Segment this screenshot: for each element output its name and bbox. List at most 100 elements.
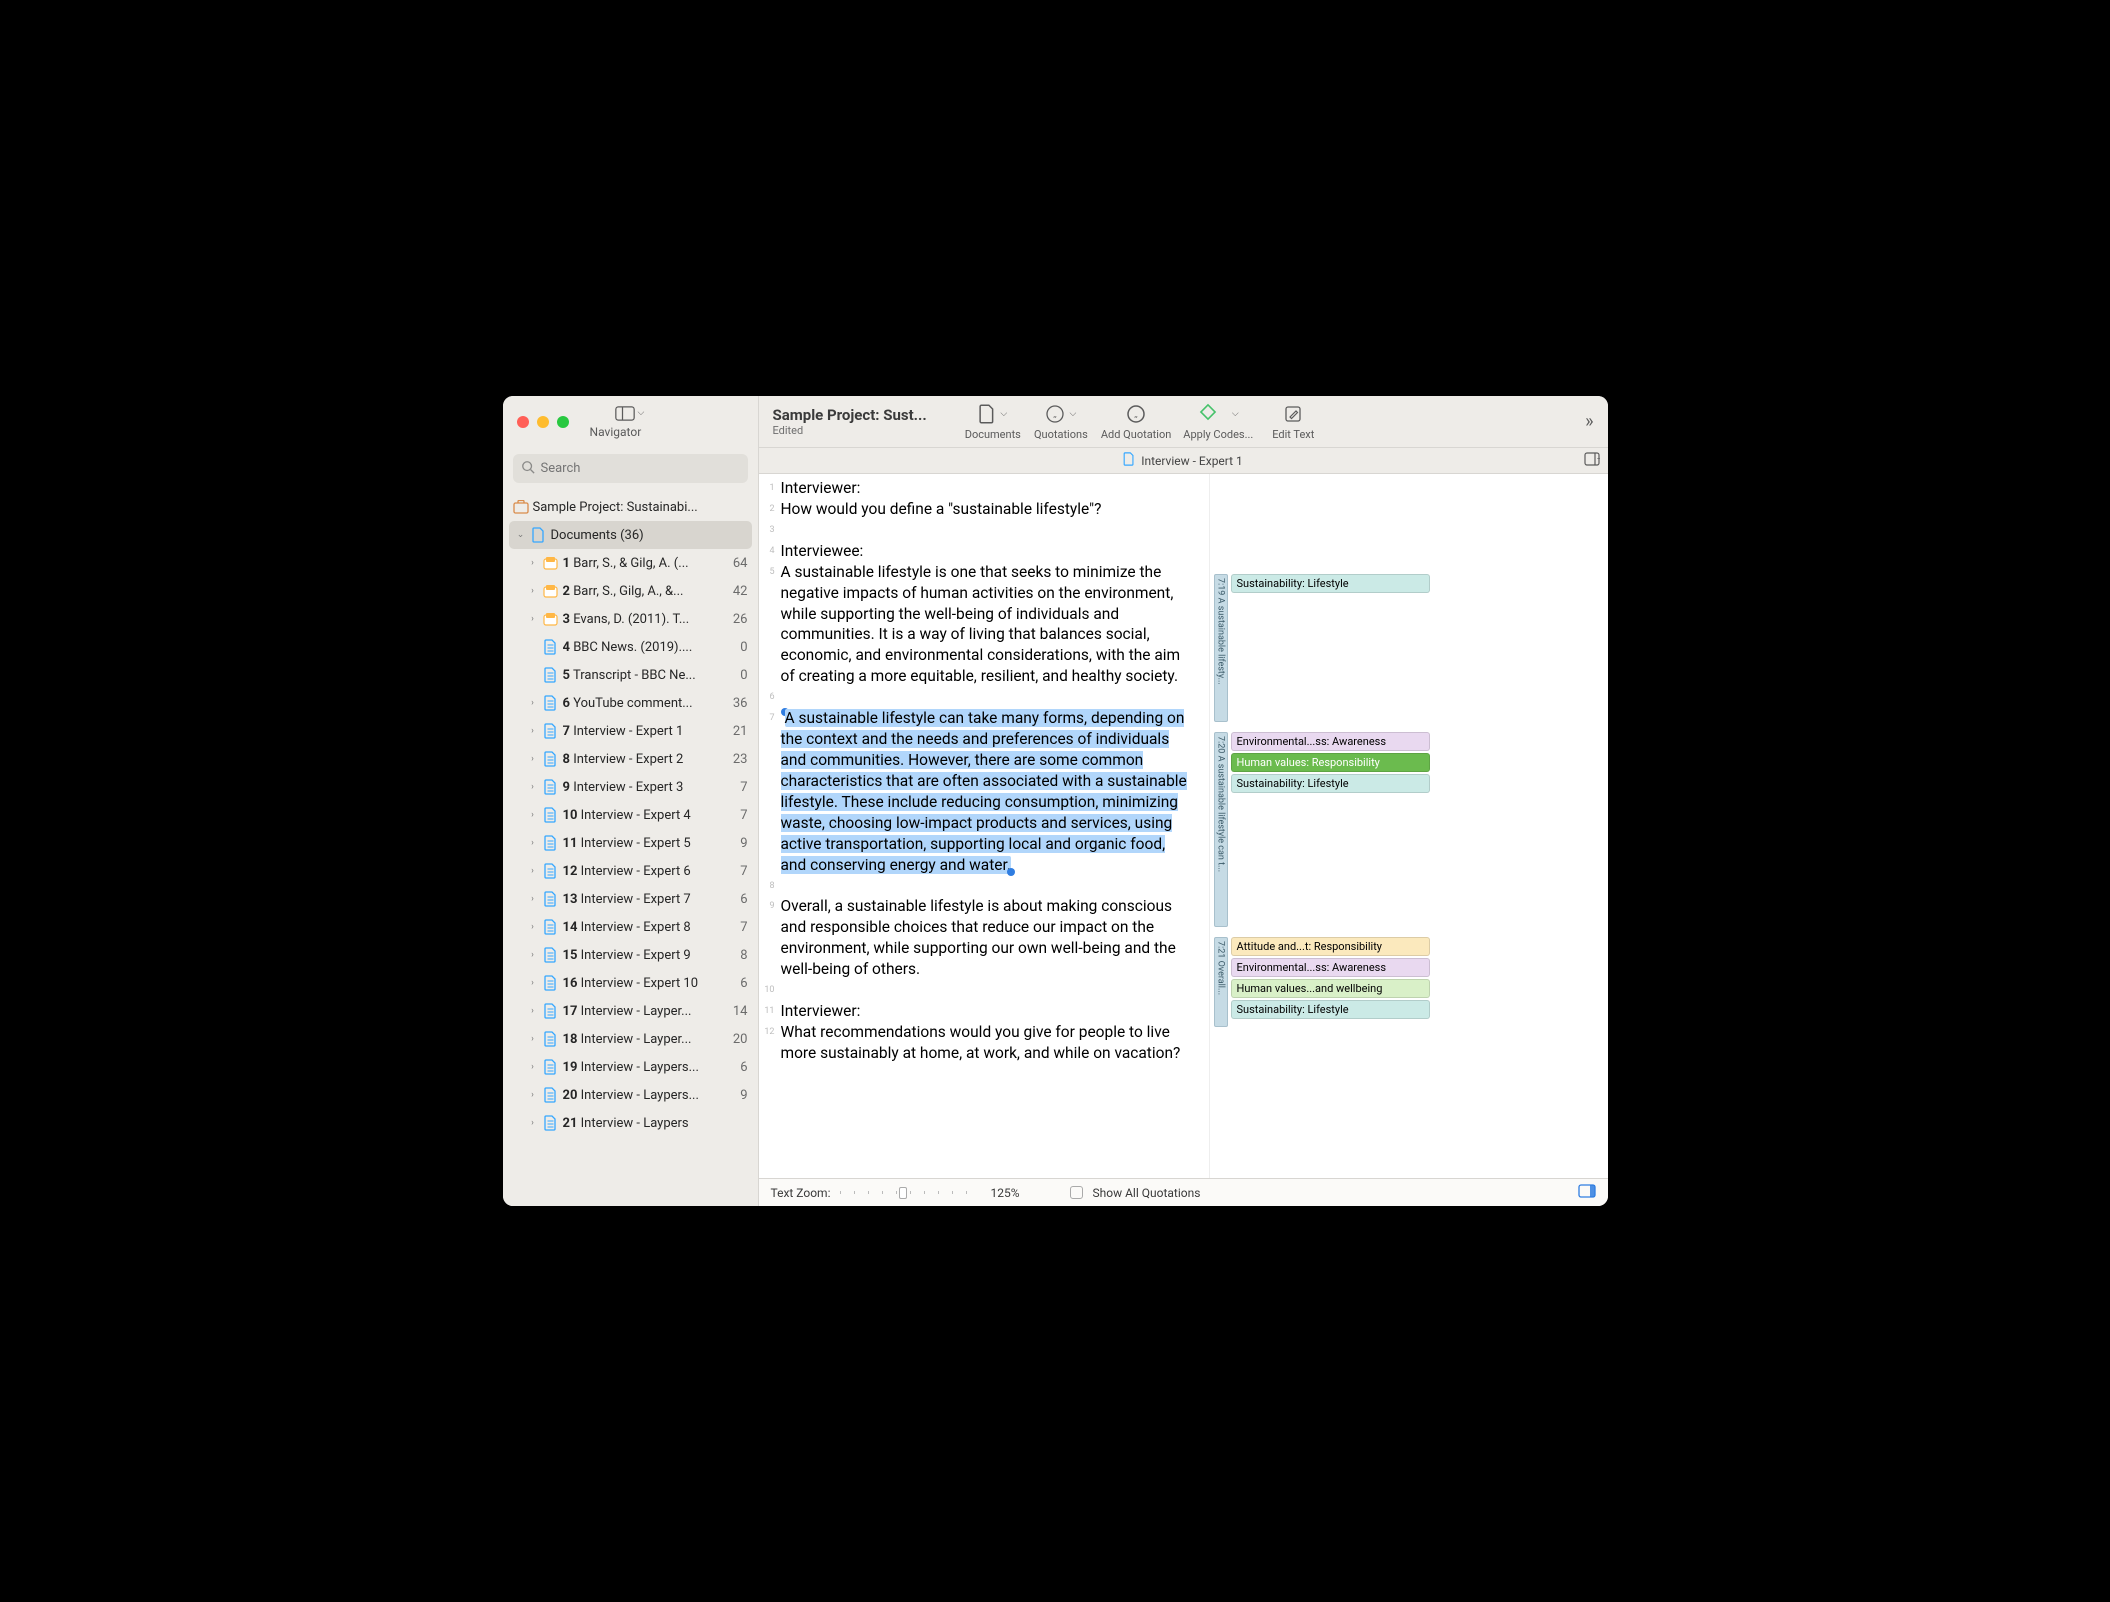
code-tag[interactable]: Sustainability: Lifestyle	[1231, 574, 1430, 593]
zoom-slider[interactable]	[840, 1186, 980, 1200]
quotations-button[interactable]: ,,⌵ Quotations	[1033, 403, 1089, 441]
document-row[interactable]: ›14 Interview - Expert 87	[509, 913, 752, 941]
document-row[interactable]: ›6 YouTube comment...36	[509, 689, 752, 717]
zoom-icon[interactable]	[557, 416, 569, 428]
chevron-down-icon: ⌵	[1232, 409, 1239, 419]
quotation-group[interactable]: 7:20 A sustainable lifestyle can t...Env…	[1214, 732, 1430, 927]
code-tag[interactable]: Attitude and...t: Responsibility	[1231, 937, 1430, 956]
document-count: 7	[726, 920, 748, 935]
chevron-right-icon[interactable]: ›	[527, 1034, 539, 1044]
search-input[interactable]	[513, 454, 748, 483]
document-row[interactable]: ›12 Interview - Expert 67	[509, 857, 752, 885]
chevron-right-icon[interactable]: ›	[527, 698, 539, 708]
document-row[interactable]: ›21 Interview - Laypers	[509, 1109, 752, 1137]
text-line[interactable]: A sustainable lifestyle is one that seek…	[781, 562, 1195, 688]
document-row[interactable]: ›9 Interview - Expert 37	[509, 773, 752, 801]
text-line[interactable]: Interviewer:	[781, 478, 1195, 499]
text-content[interactable]: 1Interviewer: 2How would you define a "s…	[759, 474, 1209, 1178]
document-count: 9	[726, 1088, 748, 1103]
chevron-right-icon[interactable]: ›	[527, 1118, 539, 1128]
quotation-group[interactable]: 7:19 A sustainable lifesty...Sustainabil…	[1214, 574, 1430, 722]
document-row[interactable]: ›15 Interview - Expert 98	[509, 941, 752, 969]
document-row[interactable]: ›20 Interview - Laypers...9	[509, 1081, 752, 1109]
document-row[interactable]: ›7 Interview - Expert 121	[509, 717, 752, 745]
text-line[interactable]	[781, 520, 1195, 541]
documents-button[interactable]: ⌵ Documents	[965, 403, 1021, 441]
code-tag[interactable]: Environmental...ss: Awareness	[1231, 958, 1430, 977]
document-row[interactable]: ›16 Interview - Expert 106	[509, 969, 752, 997]
document-row[interactable]: ›3 Evans, D. (2011). T...26	[509, 605, 752, 633]
text-line[interactable]: What recommendations would you give for …	[781, 1022, 1195, 1064]
inspector-toggle-button[interactable]	[1578, 1184, 1596, 1201]
text-line[interactable]: Interviewee:	[781, 541, 1195, 562]
project-row[interactable]: Sample Project: Sustainabi...	[509, 493, 752, 521]
documents-row[interactable]: ⌄ Documents (36)	[509, 521, 752, 549]
document-row[interactable]: 4 BBC News. (2019)....0	[509, 633, 752, 661]
code-tag[interactable]: Human values: Responsibility	[1231, 753, 1430, 772]
quotation-group[interactable]: 7:21 Overall...Attitude and...t: Respons…	[1214, 937, 1430, 1027]
chevron-right-icon[interactable]: ›	[527, 810, 539, 820]
chevron-down-icon[interactable]: ⌄	[515, 530, 527, 540]
panel-toggle-button[interactable]: +	[1584, 452, 1600, 469]
edit-text-button[interactable]: Edit Text	[1265, 403, 1321, 441]
selection-end-handle[interactable]	[1007, 868, 1015, 876]
text-line[interactable]	[781, 687, 1195, 708]
document-icon	[1123, 452, 1135, 469]
close-icon[interactable]	[517, 416, 529, 428]
minimize-icon[interactable]	[537, 416, 549, 428]
code-tag[interactable]: Sustainability: Lifestyle	[1231, 1000, 1430, 1019]
document-row[interactable]: ›13 Interview - Expert 76	[509, 885, 752, 913]
chevron-right-icon[interactable]: ›	[527, 782, 539, 792]
chevron-right-icon[interactable]: ›	[527, 894, 539, 904]
document-row[interactable]: ›11 Interview - Expert 59	[509, 829, 752, 857]
text-line[interactable]: Interviewer:	[781, 1001, 1195, 1022]
chevron-right-icon[interactable]: ›	[527, 838, 539, 848]
document-label: 3 Evans, D. (2011). T...	[563, 612, 722, 627]
document-row[interactable]: ›10 Interview - Expert 47	[509, 801, 752, 829]
document-tree[interactable]: Sample Project: Sustainabi... ⌄ Document…	[503, 491, 758, 1206]
overflow-button[interactable]: »	[1585, 411, 1593, 432]
apply-codes-button[interactable]: ⌵ Apply Codes...	[1183, 403, 1253, 441]
code-tag[interactable]: Environmental...ss: Awareness	[1231, 732, 1430, 751]
chevron-down-icon: ⌵	[1000, 409, 1007, 419]
chevron-right-icon[interactable]: ›	[527, 1062, 539, 1072]
chevron-right-icon[interactable]: ›	[527, 950, 539, 960]
document-icon	[543, 919, 559, 935]
chevron-right-icon[interactable]: ›	[527, 726, 539, 736]
chevron-right-icon[interactable]: ›	[527, 754, 539, 764]
document-icon	[543, 723, 559, 739]
chevron-right-icon[interactable]: ›	[527, 922, 539, 932]
chevron-right-icon[interactable]: ›	[527, 614, 539, 624]
quotation-bar[interactable]: 7:21 Overall...	[1214, 937, 1228, 1027]
chevron-right-icon[interactable]: ›	[527, 586, 539, 596]
add-quotation-button[interactable]: ,, Add Quotation	[1101, 403, 1171, 441]
text-line-selected[interactable]: A sustainable lifestyle can take many fo…	[781, 708, 1195, 875]
chevron-right-icon[interactable]: ›	[527, 866, 539, 876]
document-icon	[531, 527, 547, 543]
document-count: 42	[726, 584, 748, 599]
code-tag[interactable]: Sustainability: Lifestyle	[1231, 774, 1430, 793]
document-row[interactable]: ›2 Barr, S., Gilg, A., &...42	[509, 577, 752, 605]
chevron-right-icon[interactable]: ›	[527, 1090, 539, 1100]
document-tab[interactable]: Interview - Expert 1 +	[759, 448, 1608, 474]
chevron-right-icon[interactable]: ›	[527, 978, 539, 988]
document-row[interactable]: 5 Transcript - BBC Ne...0	[509, 661, 752, 689]
document-row[interactable]: ›19 Interview - Laypers...6	[509, 1053, 752, 1081]
text-line[interactable]: How would you define a "sustainable life…	[781, 499, 1195, 520]
document-row[interactable]: ›8 Interview - Expert 223	[509, 745, 752, 773]
document-row[interactable]: ›1 Barr, S., & Gilg, A. (...64	[509, 549, 752, 577]
chevron-right-icon[interactable]: ›	[527, 1006, 539, 1016]
slider-thumb[interactable]	[899, 1187, 907, 1199]
code-tag[interactable]: Human values...and wellbeing	[1231, 979, 1430, 998]
search-field[interactable]	[541, 461, 740, 476]
document-row[interactable]: ›18 Interview - Layper...20	[509, 1025, 752, 1053]
quotation-bar[interactable]: 7:20 A sustainable lifestyle can t...	[1214, 732, 1228, 927]
sidebar-toggle-button[interactable]: ⌵	[615, 406, 645, 421]
quotation-bar[interactable]: 7:19 A sustainable lifesty...	[1214, 574, 1228, 722]
text-line[interactable]	[781, 980, 1195, 1001]
text-line[interactable]	[781, 876, 1195, 897]
show-all-checkbox[interactable]	[1070, 1186, 1083, 1199]
text-line[interactable]: Overall, a sustainable lifestyle is abou…	[781, 896, 1195, 980]
chevron-right-icon[interactable]: ›	[527, 558, 539, 568]
document-row[interactable]: ›17 Interview - Layper...14	[509, 997, 752, 1025]
